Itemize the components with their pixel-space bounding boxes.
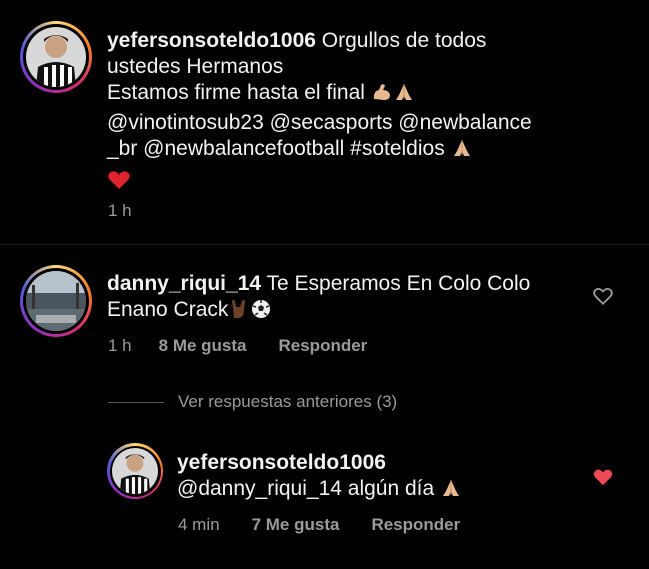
nested-reply-body: @danny_riqui_14 algún día — [177, 477, 435, 500]
reply-button[interactable]: Responder — [371, 515, 460, 535]
reply-comment-username[interactable]: danny_riqui_14 — [107, 272, 261, 295]
reply-comment-text: danny_riqui_14 Te Esperamos En Colo Colo… — [107, 271, 577, 327]
reply-comment-likes[interactable]: 8 Me gusta — [159, 336, 247, 356]
avatar[interactable] — [20, 265, 92, 337]
liked-heart-icon[interactable] — [592, 467, 614, 487]
main-comment-line1: Orgullos de todos — [315, 29, 487, 52]
reply-button[interactable]: Responder — [279, 336, 368, 356]
main-comment-line5: _br @newbalancefootball #soteldios — [107, 137, 445, 160]
reply-comment-line1: Te Esperamos En Colo Colo — [261, 272, 531, 295]
main-comment-text: yefersonsoteldo1006 Orgullos de todos us… — [107, 28, 627, 198]
soccer-ball-emoji-icon — [250, 298, 272, 327]
comment-divider — [0, 244, 649, 245]
main-comment-username[interactable]: yefersonsoteldo1006 — [107, 29, 316, 52]
pray-emoji-icon — [393, 81, 415, 110]
view-previous-replies-line — [108, 402, 164, 403]
view-previous-replies-button[interactable]: Ver respuestas anteriores (3) — [178, 392, 397, 412]
muscle-emoji-icon — [371, 81, 393, 110]
heart-icon[interactable] — [592, 286, 614, 306]
main-comment-line2: ustedes Hermanos — [107, 55, 284, 78]
rock-hand-emoji-icon — [228, 298, 250, 327]
reply-comment-time: 1 h — [108, 336, 132, 355]
avatar-photo-icon — [112, 448, 158, 494]
nested-reply-username[interactable]: yefersonsoteldo1006 — [177, 450, 577, 476]
avatar[interactable] — [107, 443, 163, 499]
avatar[interactable] — [20, 21, 92, 93]
main-comment-time: 1 h — [108, 201, 132, 220]
nested-reply-text: yefersonsoteldo1006 @danny_riqui_14 algú… — [177, 450, 577, 506]
main-comment-line3: Estamos firme hasta el final — [107, 81, 365, 104]
red-heart-emoji-icon — [107, 169, 131, 198]
reply-comment-line2: Enano Crack — [107, 298, 229, 321]
reply-comment-meta: 1 h 8 Me gusta Responder — [108, 336, 367, 356]
main-comment-line4: @vinotintosub23 @secasports @newbalance — [107, 111, 532, 134]
nested-reply-meta: 4 min 7 Me gusta Responder — [178, 515, 460, 535]
nested-reply-time: 4 min — [178, 515, 220, 534]
avatar-photo-icon — [26, 27, 86, 87]
stadium-photo-icon — [26, 271, 86, 331]
nested-reply-likes[interactable]: 7 Me gusta — [252, 515, 340, 535]
pray-emoji-icon — [451, 137, 473, 166]
pray-emoji-icon — [440, 477, 462, 506]
main-comment-meta: 1 h — [108, 201, 132, 221]
